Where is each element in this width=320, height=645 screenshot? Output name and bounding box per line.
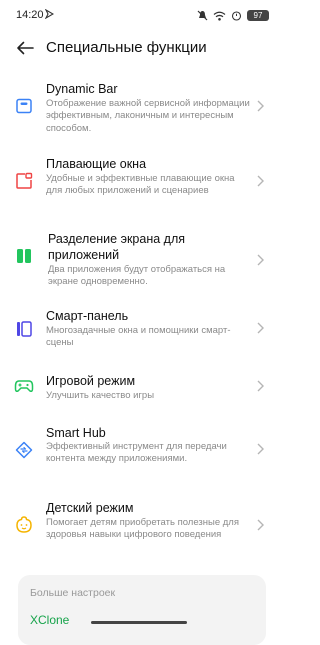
status-time: 14:20 [16, 9, 44, 21]
kids-mode-icon [14, 515, 34, 535]
status-icons: 97 [197, 9, 269, 22]
item-title: Детский режим [46, 501, 134, 515]
home-indicator[interactable] [91, 621, 187, 624]
item-title: Смарт-панель [46, 309, 129, 323]
status-bar: 14:20 97 [0, 0, 279, 30]
item-description: Помогает детям приобретать полезные для … [46, 517, 239, 541]
item-title-line-2: приложений [48, 248, 120, 262]
mute-icon [197, 10, 208, 21]
back-button[interactable] [12, 36, 38, 60]
item-description: Эффективный инструмент для передачи конт… [46, 441, 227, 465]
chevron-right-icon [257, 100, 264, 112]
smart-hub-icon [14, 440, 34, 460]
item-description: Улучшить качество игры [46, 390, 155, 401]
header: Специальные функции [0, 30, 279, 66]
page-title: Специальные функции [46, 39, 207, 56]
list-item-dynamic-bar[interactable]: Dynamic Bar Отображение важной сервисной… [0, 78, 279, 138]
chevron-right-icon [257, 519, 264, 531]
smart-panel-icon [14, 319, 34, 339]
list-item-smart-panel[interactable]: Смарт-панель Многозадачные окна и помощн… [0, 307, 279, 351]
xclone-link[interactable]: XClone [30, 613, 69, 627]
item-title: Игровой режим [46, 374, 136, 388]
item-title: Dynamic Bar [46, 82, 118, 96]
chevron-right-icon [257, 443, 264, 455]
split-screen-icon [14, 246, 34, 266]
chevron-right-icon [257, 322, 264, 334]
item-title: Плавающие окна [46, 157, 147, 171]
more-settings-title: Больше настроек [30, 587, 116, 599]
list-item-kids-mode[interactable]: Детский режим Помогает детям приобретать… [0, 499, 279, 555]
chevron-right-icon [257, 380, 264, 392]
item-title: Smart Hub [46, 426, 106, 440]
list-item-floating-windows[interactable]: Плавающие окна Удобные и эффективные пла… [0, 153, 279, 213]
chevron-right-icon [257, 175, 264, 187]
item-description: Многозадачные окна и помощники смарт-сце… [46, 325, 231, 349]
list-item-split-screen[interactable]: Разделение экрана для приложений Два при… [0, 230, 279, 290]
back-arrow-icon [17, 41, 34, 55]
list-item-game-mode[interactable]: Игровой режим Улучшить качество игры [0, 370, 279, 402]
more-settings-card: Больше настроек XClone [18, 575, 266, 645]
dynamic-bar-icon [14, 96, 34, 116]
list-item-smart-hub[interactable]: Smart Hub Эффективный инструмент для пер… [0, 424, 279, 474]
chevron-right-icon [257, 254, 264, 266]
alarm-icon [231, 11, 242, 21]
floating-window-icon [14, 171, 34, 191]
item-description: Отображение важной сервисной информации … [46, 98, 250, 134]
item-description: Два приложения будут отображаться на экр… [48, 264, 226, 288]
battery-indicator: 97 [247, 10, 269, 21]
item-description: Удобные и эффективные плавающие окна для… [46, 173, 235, 197]
navigation-arrow-icon [45, 9, 54, 19]
gamepad-icon [14, 376, 34, 396]
wifi-icon [213, 11, 226, 21]
item-title-line-1: Разделение экрана для [48, 232, 186, 246]
